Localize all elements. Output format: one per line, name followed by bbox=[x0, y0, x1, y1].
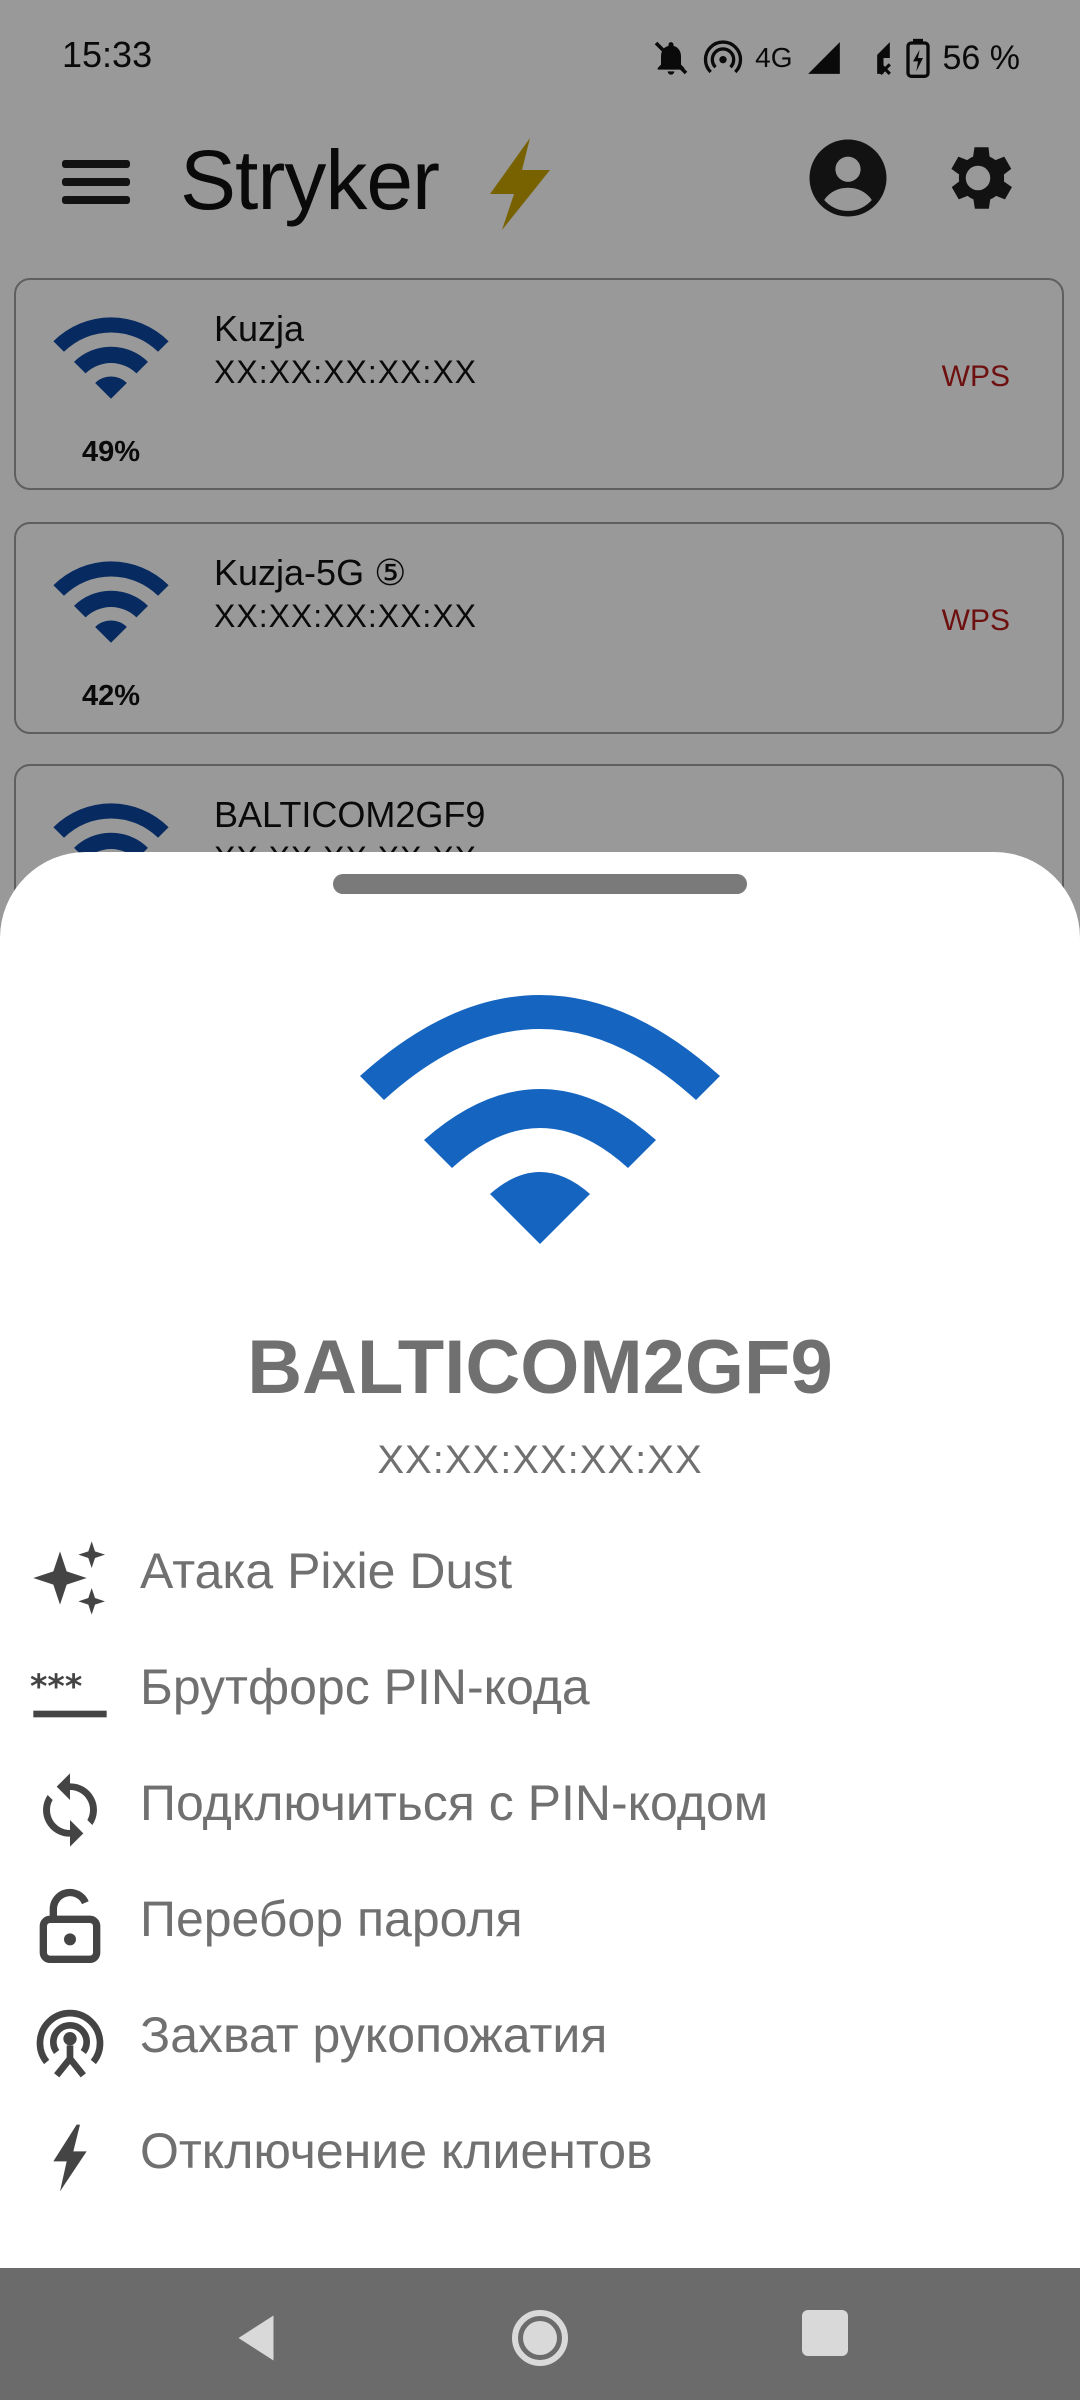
selected-network-ssid: BALTICOM2GF9 bbox=[247, 1325, 833, 1410]
bolt-icon bbox=[53, 2124, 87, 2192]
wifi-tethering-icon bbox=[36, 2009, 104, 2078]
action-label: Брутфорс PIN-кода bbox=[140, 1659, 590, 1715]
action-password-bruteforce[interactable]: Перебор пароля bbox=[0, 1860, 1080, 1976]
action-pixie-dust[interactable]: Атака Pixie Dust bbox=[0, 1512, 1080, 1628]
sync-icon bbox=[43, 1773, 97, 1847]
action-label: Захват рукопожатия bbox=[140, 2007, 608, 2063]
svg-text:***: *** bbox=[30, 1666, 82, 1705]
action-deauth-clients[interactable]: Отключение клиентов bbox=[0, 2092, 1080, 2208]
wifi-icon bbox=[360, 995, 720, 1244]
action-pin-bruteforce[interactable]: *** Брутфорс PIN-кода bbox=[0, 1628, 1080, 1744]
home-circle-icon[interactable] bbox=[510, 2308, 570, 2368]
drag-handle[interactable] bbox=[333, 874, 747, 894]
action-connect-with-pin[interactable]: Подключиться с PIN-кодом bbox=[0, 1744, 1080, 1860]
action-label: Подключиться с PIN-кодом bbox=[140, 1775, 769, 1831]
action-handshake-capture[interactable]: Захват рукопожатия bbox=[0, 1976, 1080, 2092]
navigation-bar bbox=[0, 2268, 1080, 2400]
back-triangle-icon[interactable] bbox=[226, 2308, 286, 2368]
password-icon: *** bbox=[30, 1666, 107, 1718]
sparkle-icon bbox=[33, 1541, 105, 1615]
action-label: Атака Pixie Dust bbox=[140, 1543, 513, 1599]
lock-open-icon bbox=[39, 1888, 101, 1963]
action-label: Отключение клиентов bbox=[140, 2123, 653, 2179]
recent-apps-square-icon[interactable] bbox=[802, 2310, 848, 2356]
network-actions-sheet: BALTICOM2GF9 XX:XX:XX:XX:XX Атака Pixie … bbox=[0, 852, 1080, 2268]
action-label: Перебор пароля bbox=[140, 1891, 523, 1947]
selected-network-bssid: XX:XX:XX:XX:XX bbox=[377, 1438, 703, 1482]
